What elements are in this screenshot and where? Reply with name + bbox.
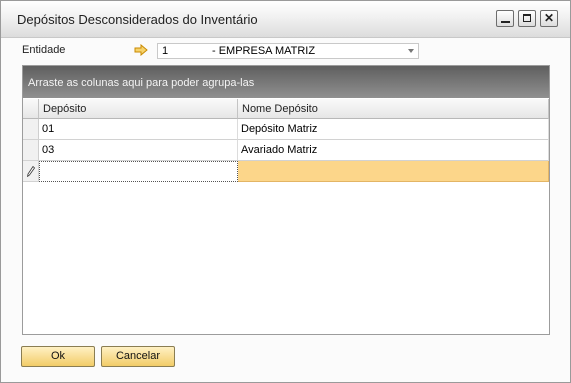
pencil-icon [27,166,35,177]
group-by-area[interactable]: Arraste as colunas aqui para poder agrup… [23,66,549,98]
chevron-down-icon[interactable] [408,49,414,53]
minimize-icon [501,21,510,23]
orange-arrow-icon[interactable] [134,44,148,56]
entity-code: 1 [162,45,169,57]
window-title: Depósitos Desconsiderados do Inventário [17,12,258,27]
cancel-button[interactable]: Cancelar [101,346,175,367]
maximize-icon [523,14,531,22]
minimize-button[interactable] [496,10,514,27]
new-row-deposito-input[interactable] [39,161,238,182]
deposits-grid: Arraste as colunas aqui para poder agrup… [22,65,550,335]
row-selector[interactable] [23,140,39,161]
group-by-hint: Arraste as colunas aqui para poder agrup… [28,77,255,89]
row-selector[interactable] [23,119,39,140]
cell-deposito[interactable]: 01 [39,119,238,140]
ok-button[interactable]: Ok [21,346,95,367]
title-bar[interactable]: Depósitos Desconsiderados do Inventário … [1,1,570,38]
maximize-button[interactable] [518,10,536,27]
dialog-window: Depósitos Desconsiderados do Inventário … [0,0,571,383]
row-selector[interactable] [23,161,39,182]
cell-deposito[interactable]: 03 [39,140,238,161]
cell-nome-deposito[interactable]: Depósito Matriz [238,119,549,140]
cell-nome-deposito[interactable]: Avariado Matriz [238,140,549,161]
row-selector-header [23,99,39,119]
column-header-deposito[interactable]: Depósito [39,99,238,119]
new-row-nome-deposito-cell[interactable] [238,161,549,182]
close-button[interactable]: ✕ [540,10,558,27]
close-icon: ✕ [543,11,555,25]
entity-label: Entidade [22,44,66,56]
column-header-nome-deposito[interactable]: Nome Depósito [238,99,549,119]
entity-select[interactable]: 1 - EMPRESA MATRIZ [157,43,419,59]
entity-name: - EMPRESA MATRIZ [212,45,316,57]
